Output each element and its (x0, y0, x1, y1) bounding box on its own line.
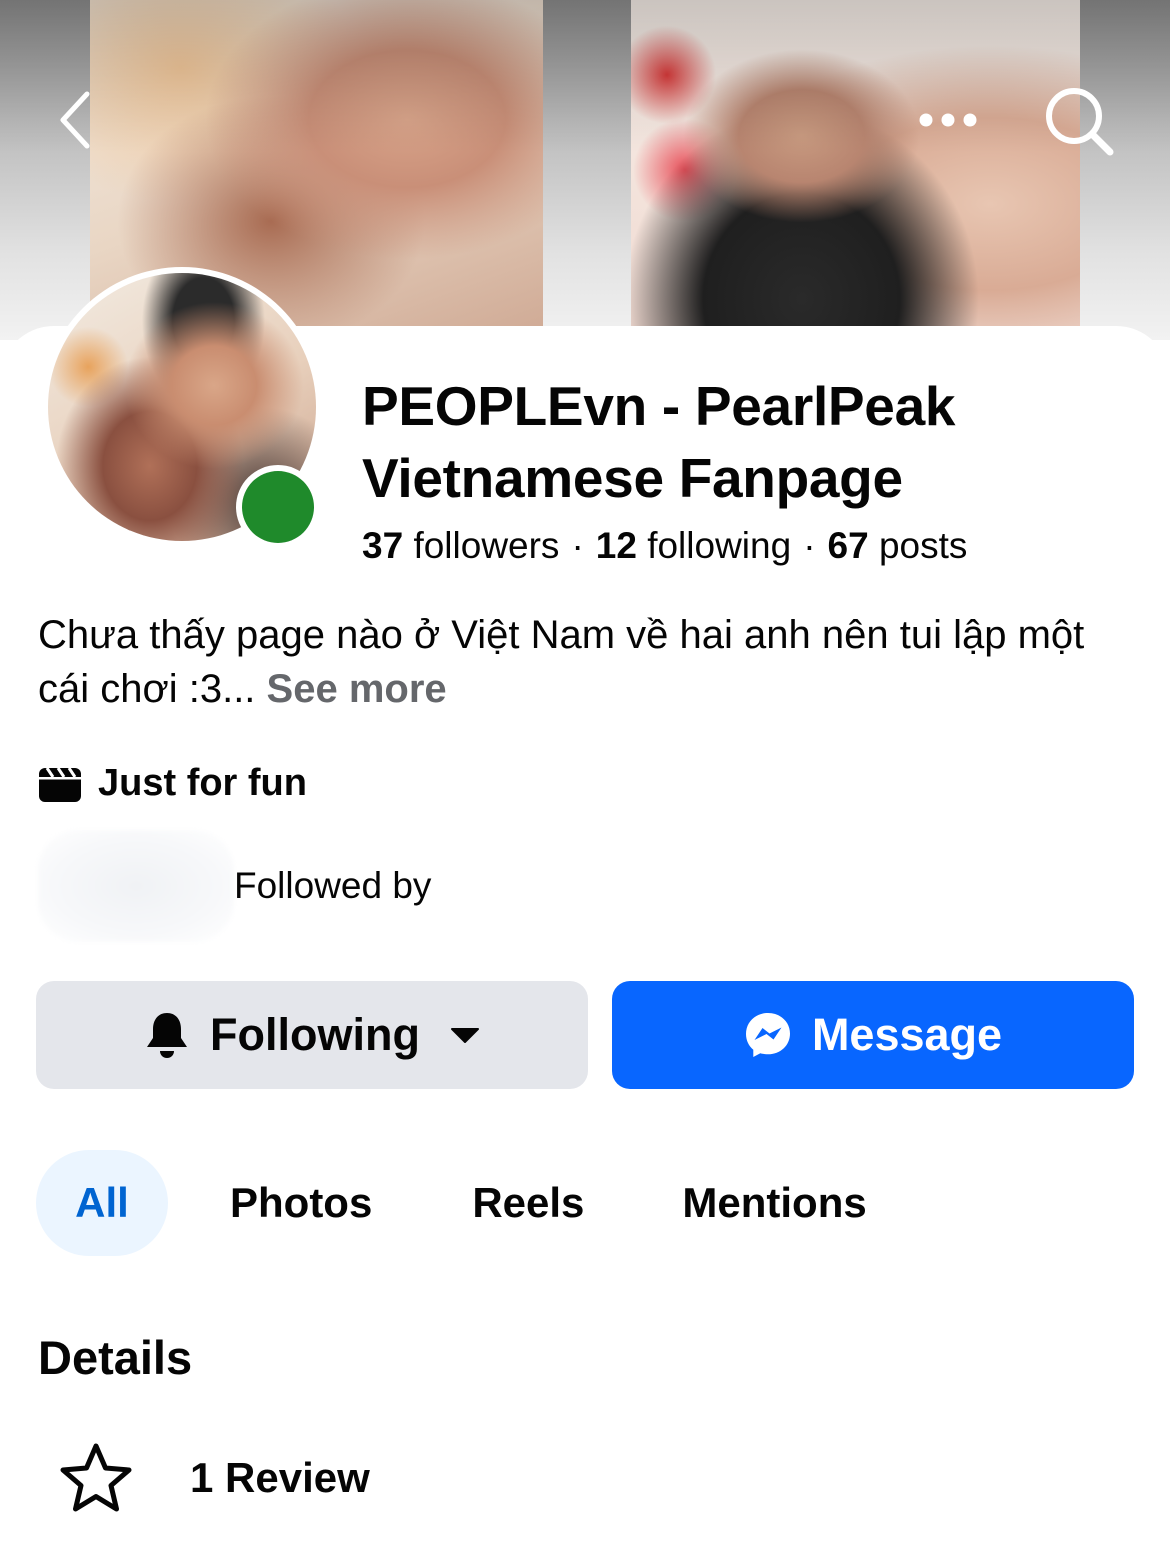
search-icon (1046, 88, 1114, 156)
stats-separator: · (571, 525, 584, 566)
stats-separator: · (803, 525, 816, 566)
tab-all[interactable]: All (36, 1150, 168, 1256)
more-horizontal-icon (919, 113, 977, 127)
following-label: following (647, 525, 792, 566)
followers-label: followers (413, 525, 560, 566)
bio-text: Chưa thấy page nào ở Việt Nam về hai anh… (38, 613, 1085, 711)
chevron-left-icon (60, 91, 90, 149)
clapperboard-icon (39, 766, 81, 802)
search-button[interactable] (1035, 80, 1125, 164)
following-button[interactable]: Following (36, 981, 588, 1089)
page-category: Just for fun (38, 762, 307, 805)
details-heading: Details (38, 1331, 193, 1384)
following-button-label: Following (210, 1009, 420, 1060)
content-tabs: All Photos Reels Mentions (36, 1150, 867, 1256)
posts-count: 67 (827, 525, 869, 566)
review-item[interactable]: 1 Review (58, 1438, 758, 1518)
tab-reels[interactable]: Reels (472, 1150, 584, 1256)
review-label: 1 Review (190, 1454, 370, 1501)
following-stat[interactable]: 12 following (596, 525, 791, 566)
followed-by-label: Followed by (234, 865, 432, 906)
followed-by-row[interactable]: Followed by (38, 830, 938, 942)
see-more-link[interactable]: See more (267, 667, 447, 711)
mutual-followers-avatars (38, 830, 234, 942)
posts-label: posts (878, 525, 968, 566)
followers-stat[interactable]: 37 followers (362, 525, 559, 566)
following-count: 12 (595, 525, 637, 566)
tab-photos[interactable]: Photos (230, 1150, 372, 1256)
page-name: PEOPLEvn - PearlPeak Vietnamese Fanpage (362, 375, 956, 509)
messenger-icon (745, 1013, 790, 1057)
posts-stat[interactable]: 67 posts (828, 525, 968, 566)
followers-count: 37 (362, 525, 404, 566)
back-button[interactable] (40, 82, 110, 158)
page-bio: Chưa thấy page nào ở Việt Nam về hai anh… (38, 608, 1138, 716)
tab-mentions[interactable]: Mentions (682, 1150, 866, 1256)
more-button[interactable] (905, 90, 991, 150)
profile-stats: 37 followers · 12 following · 67 posts (362, 524, 967, 568)
message-button-label: Message (811, 1009, 1003, 1060)
bell-icon (147, 1013, 188, 1058)
category-label: Just for fun (98, 762, 307, 804)
online-status-indicator (236, 465, 320, 549)
online-dot (242, 471, 314, 543)
message-button[interactable]: Message (612, 981, 1134, 1089)
star-outline-icon (60, 1443, 132, 1512)
caret-down-icon (450, 1028, 479, 1043)
